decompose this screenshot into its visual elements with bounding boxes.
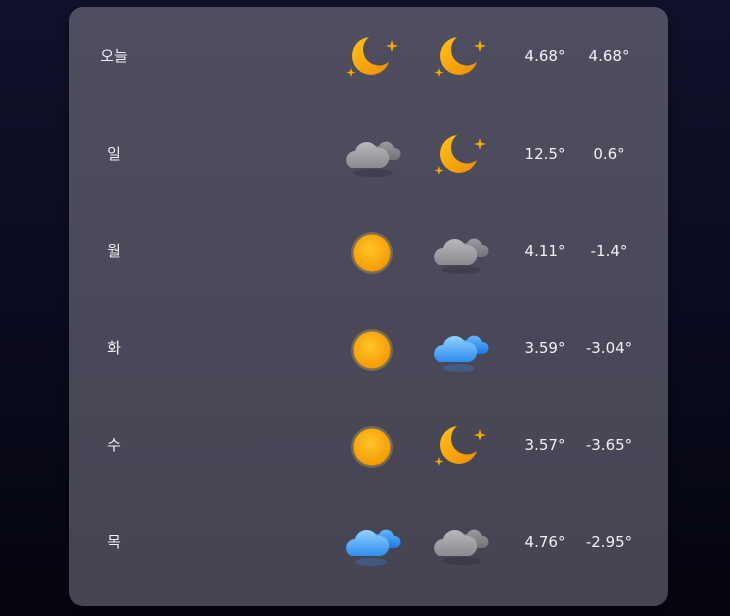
forecast-row: 오늘 4.68° 4.68° (69, 7, 668, 105)
low-temp: 0.6° (593, 145, 625, 163)
forecast-panel: 오늘 4.68° 4.68° 일 12.5° 0.6° 월 4.11° -1.4… (69, 7, 668, 606)
moon-stars-icon (427, 415, 493, 475)
day-label: 일 (107, 145, 121, 163)
low-temp: 4.68° (588, 47, 630, 65)
day-label: 오늘 (100, 47, 128, 65)
day-label: 월 (107, 242, 121, 260)
high-temp: 4.11° (524, 242, 566, 260)
forecast-row: 월 4.11° -1.4° (69, 202, 668, 300)
sun-icon (339, 415, 405, 475)
forecast-row: 목 4.76° -2.95° (69, 493, 668, 591)
high-temp: 3.57° (524, 436, 566, 454)
day-label: 수 (107, 436, 121, 454)
low-temp: -1.4° (590, 242, 628, 260)
day-label: 화 (107, 339, 121, 357)
gray-cloud-icon (339, 124, 405, 184)
low-temp: -2.95° (585, 533, 633, 551)
blue-cloud-icon (339, 512, 405, 572)
high-temp: 12.5° (524, 145, 566, 163)
moon-stars-icon (339, 26, 405, 86)
sun-icon (339, 221, 405, 281)
moon-stars-icon (427, 124, 493, 184)
low-temp: -3.04° (585, 339, 633, 357)
sun-icon (339, 318, 405, 378)
blue-cloud-icon (427, 318, 493, 378)
day-label: 목 (107, 533, 121, 551)
low-temp: -3.65° (585, 436, 633, 454)
forecast-row: 수 3.57° -3.65° (69, 396, 668, 494)
moon-stars-icon (427, 26, 493, 86)
gray-cloud-icon (427, 512, 493, 572)
high-temp: 3.59° (524, 339, 566, 357)
forecast-row: 일 12.5° 0.6° (69, 105, 668, 203)
high-temp: 4.68° (524, 47, 566, 65)
high-temp: 4.76° (524, 533, 566, 551)
gray-cloud-icon (427, 221, 493, 281)
forecast-row: 화 3.59° -3.04° (69, 299, 668, 397)
